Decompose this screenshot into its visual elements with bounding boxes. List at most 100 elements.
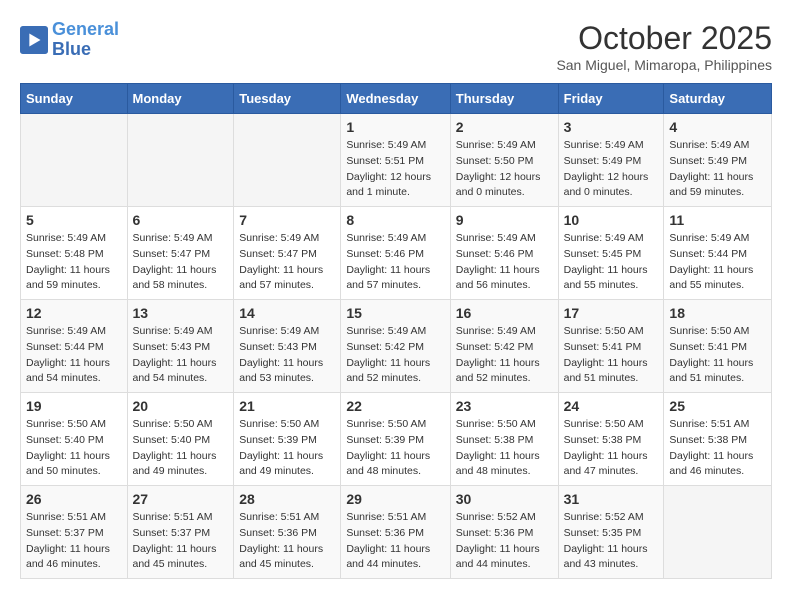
day-info: Sunrise: 5:49 AMSunset: 5:44 PMDaylight:… [669,231,766,294]
logo-line2: Blue [52,40,119,60]
day-info: Sunrise: 5:49 AMSunset: 5:48 PMDaylight:… [26,231,122,294]
day-number: 10 [564,212,659,228]
day-info: Sunrise: 5:49 AMSunset: 5:43 PMDaylight:… [133,324,229,387]
day-info: Sunrise: 5:50 AMSunset: 5:38 PMDaylight:… [564,417,659,480]
day-number: 20 [133,398,229,414]
day-info: Sunrise: 5:50 AMSunset: 5:40 PMDaylight:… [133,417,229,480]
day-number: 18 [669,305,766,321]
calendar-header: SundayMondayTuesdayWednesdayThursdayFrid… [21,84,772,114]
calendar-week-2: 12 Sunrise: 5:49 AMSunset: 5:44 PMDayligh… [21,300,772,393]
calendar-cell: 21Sunrise: 5:50 AMSunset: 5:39 PMDayligh… [234,393,341,486]
day-number: 16 [456,305,553,321]
day-info: Sunrise: 5:50 AMSunset: 5:41 PMDaylight:… [669,324,766,387]
calendar-table: SundayMondayTuesdayWednesdayThursdayFrid… [20,83,772,579]
calendar-cell: 23Sunrise: 5:50 AMSunset: 5:38 PMDayligh… [450,393,558,486]
calendar-cell: 20 Sunrise: 5:50 AMSunset: 5:40 PMDayligh… [127,393,234,486]
calendar-cell: 6Sunrise: 5:49 AMSunset: 5:47 PMDaylight… [127,207,234,300]
logo-icon [20,26,48,54]
calendar-cell: 13Sunrise: 5:49 AMSunset: 5:43 PMDayligh… [127,300,234,393]
calendar-cell: 9 Sunrise: 5:49 AMSunset: 5:46 PMDaylight… [450,207,558,300]
calendar-cell [234,114,341,207]
header-cell-tuesday: Tuesday [234,84,341,114]
day-info: Sunrise: 5:49 AMSunset: 5:46 PMDaylight:… [456,231,553,294]
day-info: Sunrise: 5:49 AMSunset: 5:47 PMDaylight:… [239,231,335,294]
calendar-cell: 22 Sunrise: 5:50 AMSunset: 5:39 PMDayligh… [341,393,450,486]
header-cell-wednesday: Wednesday [341,84,450,114]
calendar-cell: 27Sunrise: 5:51 AMSunset: 5:37 PMDayligh… [127,486,234,579]
day-number: 30 [456,491,553,507]
day-number: 23 [456,398,553,414]
calendar-body: 1 Sunrise: 5:49 AMSunset: 5:51 PMDaylight… [21,114,772,579]
calendar-week-0: 1 Sunrise: 5:49 AMSunset: 5:51 PMDaylight… [21,114,772,207]
day-number: 6 [133,212,229,228]
day-info: Sunrise: 5:50 AMSunset: 5:39 PMDaylight:… [346,417,444,480]
calendar-cell: 3 Sunrise: 5:49 AMSunset: 5:49 PMDaylight… [558,114,664,207]
day-number: 12 [26,305,122,321]
day-number: 27 [133,491,229,507]
calendar-cell: 28Sunrise: 5:51 AMSunset: 5:36 PMDayligh… [234,486,341,579]
day-number: 25 [669,398,766,414]
day-number: 28 [239,491,335,507]
calendar-cell [21,114,128,207]
header-cell-sunday: Sunday [21,84,128,114]
header-cell-saturday: Saturday [664,84,772,114]
logo: General Blue [20,20,119,60]
day-info: Sunrise: 5:49 AMSunset: 5:49 PMDaylight:… [669,138,766,201]
month-title: October 2025 [556,20,772,57]
calendar-week-4: 26Sunrise: 5:51 AMSunset: 5:37 PMDayligh… [21,486,772,579]
day-number: 9 [456,212,553,228]
calendar-cell: 26Sunrise: 5:51 AMSunset: 5:37 PMDayligh… [21,486,128,579]
calendar-week-3: 19 Sunrise: 5:50 AMSunset: 5:40 PMDayligh… [21,393,772,486]
header-cell-friday: Friday [558,84,664,114]
day-number: 31 [564,491,659,507]
day-info: Sunrise: 5:50 AMSunset: 5:41 PMDaylight:… [564,324,659,387]
day-number: 7 [239,212,335,228]
day-number: 21 [239,398,335,414]
calendar-cell: 25 Sunrise: 5:51 AMSunset: 5:38 PMDayligh… [664,393,772,486]
calendar-cell: 2Sunrise: 5:49 AMSunset: 5:50 PMDaylight… [450,114,558,207]
calendar-cell: 12 Sunrise: 5:49 AMSunset: 5:44 PMDayligh… [21,300,128,393]
calendar-cell: 7 Sunrise: 5:49 AMSunset: 5:47 PMDaylight… [234,207,341,300]
calendar-cell: 15 Sunrise: 5:49 AMSunset: 5:42 PMDayligh… [341,300,450,393]
day-number: 29 [346,491,444,507]
calendar-cell: 18 Sunrise: 5:50 AMSunset: 5:41 PMDayligh… [664,300,772,393]
calendar-cell: 19 Sunrise: 5:50 AMSunset: 5:40 PMDayligh… [21,393,128,486]
day-info: Sunrise: 5:51 AMSunset: 5:36 PMDaylight:… [346,510,444,573]
day-number: 14 [239,305,335,321]
day-number: 5 [26,212,122,228]
calendar-cell: 29 Sunrise: 5:51 AMSunset: 5:36 PMDayligh… [341,486,450,579]
day-number: 15 [346,305,444,321]
day-info: Sunrise: 5:49 AMSunset: 5:50 PMDaylight:… [456,138,553,201]
day-info: Sunrise: 5:50 AMSunset: 5:40 PMDaylight:… [26,417,122,480]
day-info: Sunrise: 5:49 AMSunset: 5:44 PMDaylight:… [26,324,122,387]
calendar-week-1: 5 Sunrise: 5:49 AMSunset: 5:48 PMDaylight… [21,207,772,300]
day-info: Sunrise: 5:49 AMSunset: 5:49 PMDaylight:… [564,138,659,201]
day-info: Sunrise: 5:49 AMSunset: 5:42 PMDaylight:… [346,324,444,387]
day-number: 26 [26,491,122,507]
day-number: 11 [669,212,766,228]
day-info: Sunrise: 5:51 AMSunset: 5:38 PMDaylight:… [669,417,766,480]
calendar-cell: 4 Sunrise: 5:49 AMSunset: 5:49 PMDaylight… [664,114,772,207]
page-header: General Blue October 2025 San Miguel, Mi… [20,20,772,73]
calendar-cell: 14 Sunrise: 5:49 AMSunset: 5:43 PMDayligh… [234,300,341,393]
day-number: 1 [346,119,444,135]
day-number: 4 [669,119,766,135]
logo-line1: General [52,19,119,39]
header-cell-monday: Monday [127,84,234,114]
calendar-cell: 24Sunrise: 5:50 AMSunset: 5:38 PMDayligh… [558,393,664,486]
day-info: Sunrise: 5:49 AMSunset: 5:46 PMDaylight:… [346,231,444,294]
calendar-cell: 1 Sunrise: 5:49 AMSunset: 5:51 PMDaylight… [341,114,450,207]
day-number: 19 [26,398,122,414]
calendar-cell: 11 Sunrise: 5:49 AMSunset: 5:44 PMDayligh… [664,207,772,300]
calendar-cell: 16Sunrise: 5:49 AMSunset: 5:42 PMDayligh… [450,300,558,393]
calendar-cell [127,114,234,207]
day-info: Sunrise: 5:49 AMSunset: 5:43 PMDaylight:… [239,324,335,387]
calendar-cell: 31Sunrise: 5:52 AMSunset: 5:35 PMDayligh… [558,486,664,579]
day-number: 22 [346,398,444,414]
day-number: 3 [564,119,659,135]
logo-text: General Blue [52,20,119,60]
header-cell-thursday: Thursday [450,84,558,114]
calendar-cell: 5 Sunrise: 5:49 AMSunset: 5:48 PMDaylight… [21,207,128,300]
day-info: Sunrise: 5:49 AMSunset: 5:51 PMDaylight:… [346,138,444,201]
calendar-cell: 10Sunrise: 5:49 AMSunset: 5:45 PMDayligh… [558,207,664,300]
